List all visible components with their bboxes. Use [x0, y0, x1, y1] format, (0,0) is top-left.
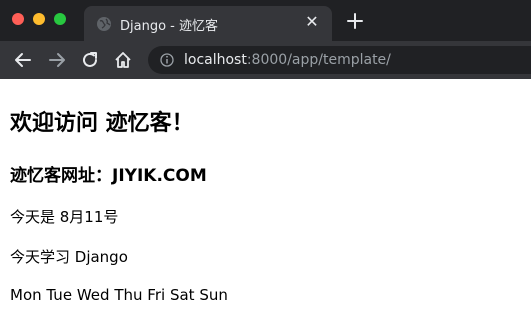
- tab-django[interactable]: Django - 迹忆客 ✕: [84, 6, 332, 41]
- globe-icon: [97, 17, 111, 31]
- tab-title: Django - 迹忆客: [120, 19, 218, 34]
- browser-toolbar: localhost:8000/app/template/: [0, 41, 531, 79]
- reload-icon[interactable]: [81, 51, 99, 69]
- date-paragraph: 今天是 8月11号: [10, 208, 119, 226]
- forward-arrow-icon[interactable]: [48, 51, 66, 69]
- site-url-heading: 迹忆客网址：JIYIK.COM: [10, 166, 207, 186]
- weekday: Tue: [46, 286, 73, 304]
- weekday: Sun: [199, 286, 228, 304]
- window-minimize-button[interactable]: [33, 13, 45, 25]
- weekday: Sat: [169, 286, 195, 304]
- window-close-button[interactable]: [12, 13, 24, 25]
- plus-icon[interactable]: [346, 12, 364, 30]
- weekday: Wed: [76, 286, 110, 304]
- study-paragraph: 今天学习 Django: [10, 248, 128, 266]
- tab-strip: Django - 迹忆客 ✕: [0, 0, 531, 41]
- back-arrow-icon[interactable]: [14, 51, 32, 69]
- window-maximize-button[interactable]: [54, 13, 66, 25]
- close-icon[interactable]: ✕: [304, 14, 320, 30]
- weekday: Mon: [10, 286, 42, 304]
- weekday: Thu: [114, 286, 143, 304]
- weekday: Fri: [147, 286, 166, 304]
- url-text[interactable]: localhost:8000/app/template/: [184, 52, 391, 68]
- page-heading: 欢迎访问 迹忆客！: [10, 111, 194, 136]
- info-icon[interactable]: [160, 53, 174, 67]
- url-host: localhost: [184, 52, 247, 68]
- browser-window: Django - 迹忆客 ✕ localhost:8000/app/templa…: [0, 0, 531, 324]
- address-bar[interactable]: localhost:8000/app/template/: [148, 46, 531, 74]
- page-content: 欢迎访问 迹忆客！ 迹忆客网址：JIYIK.COM 今天是 8月11号 今天学习…: [0, 79, 531, 324]
- url-path: :8000/app/template/: [246, 52, 391, 68]
- weekdays-paragraph: Mon Tue Wed Thu Fri Sat Sun: [10, 286, 228, 304]
- home-icon[interactable]: [114, 51, 132, 69]
